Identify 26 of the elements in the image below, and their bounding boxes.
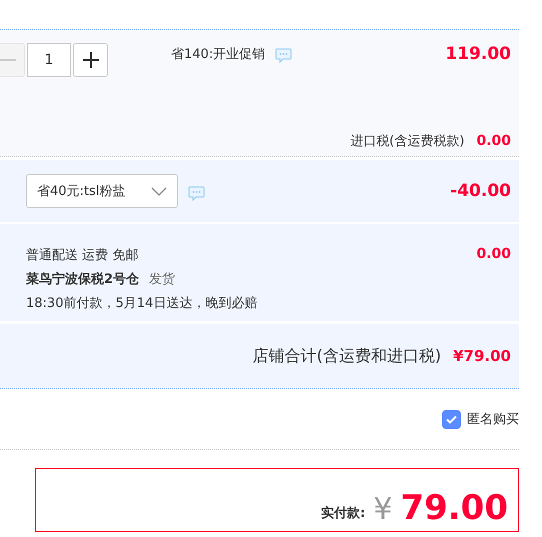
- plus-icon: [82, 52, 98, 68]
- coupon-dropdown[interactable]: 省40元:tsl粉盐: [26, 174, 178, 208]
- minus-icon: [0, 59, 16, 61]
- quantity-field[interactable]: 1: [27, 43, 71, 77]
- shipping-method: 普通配送 运费 免邮: [26, 246, 140, 264]
- chat-bubble-icon[interactable]: [275, 48, 292, 63]
- shipping-fee: 0.00: [476, 246, 511, 264]
- payment-label: 实付款:: [321, 504, 366, 522]
- chevron-down-icon: [151, 186, 167, 196]
- promotion-text: 省140:开业促销: [171, 46, 266, 63]
- item-price: 119.00: [445, 44, 511, 64]
- store-total-label: 店铺合计(含运费和进口税): [252, 346, 442, 366]
- store-total-amount: ¥79.00: [453, 347, 511, 365]
- warehouse-name: 菜鸟宁波保税2号仓: [26, 272, 140, 287]
- currency-symbol: ¥: [373, 495, 392, 525]
- dispatch-text: 发货: [149, 272, 176, 287]
- anonymous-checkbox[interactable]: [442, 410, 461, 428]
- delivery-promise: 18:30前付款，5月14日送达，晚到必赔: [26, 295, 258, 312]
- import-tax-amount: 0.00: [476, 133, 511, 149]
- check-icon: [446, 414, 457, 424]
- import-tax-label: 进口税(含运费税款): [350, 133, 464, 150]
- anonymous-label: 匿名购买: [467, 411, 519, 428]
- discount-amount: -40.00: [450, 181, 511, 201]
- payment-amount: 79.00: [400, 491, 508, 525]
- chat-bubble-icon[interactable]: [188, 186, 205, 201]
- plus-button[interactable]: [73, 43, 108, 77]
